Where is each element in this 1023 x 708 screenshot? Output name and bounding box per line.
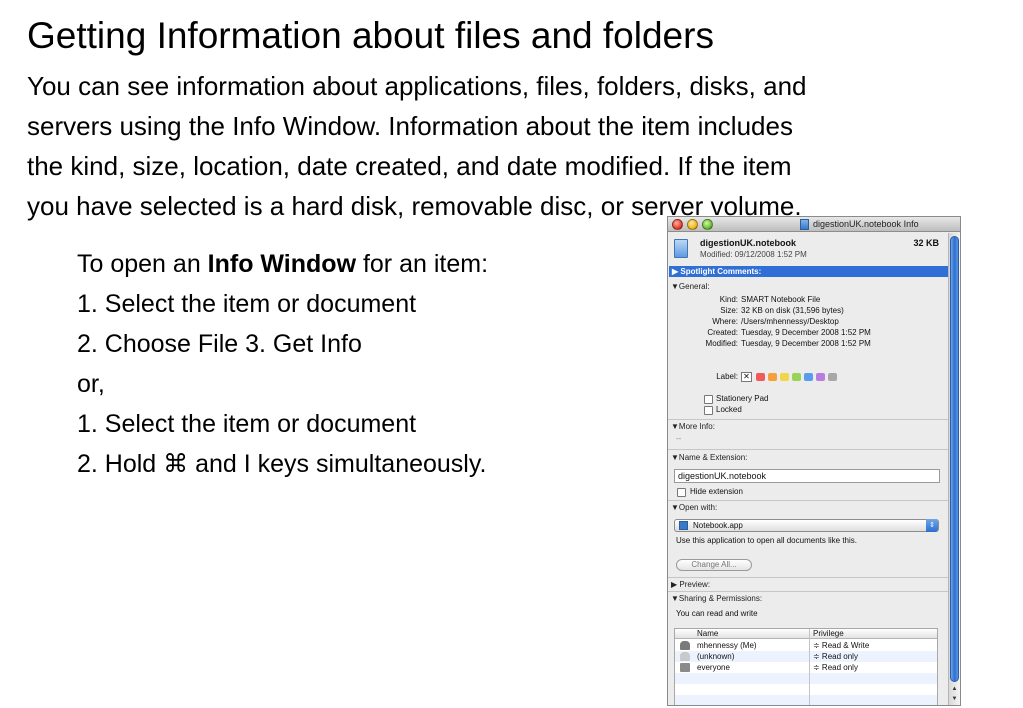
file-name-field[interactable]: digestionUK.notebook: [674, 469, 940, 483]
change-all-button[interactable]: Change All...: [676, 559, 752, 571]
step-line: 2. Hold ⌘ and I keys simultaneously.: [77, 450, 487, 478]
spotlight-comments-section[interactable]: ▶ Spotlight Comments:: [669, 266, 948, 277]
table-row[interactable]: mhennessy (Me) ≑ Read & Write: [675, 640, 937, 651]
instruction-steps: To open an Info Window for an item: 1. S…: [77, 244, 488, 484]
permissions-table[interactable]: Name Privilege mhennessy (Me) ≑ Read & W…: [674, 628, 938, 705]
column-header-name[interactable]: Name: [697, 629, 718, 639]
more-info-value: --: [676, 434, 682, 443]
intro-line: You can see information about applicatio…: [27, 71, 807, 101]
hide-extension-checkbox[interactable]: [677, 488, 686, 497]
column-header-privilege[interactable]: Privilege: [813, 629, 844, 639]
minimize-button[interactable]: [687, 219, 698, 230]
open-with-popup[interactable]: Notebook.app ⇕: [674, 519, 939, 532]
sharing-section-toggle[interactable]: ▼Sharing & Permissions:: [671, 594, 762, 604]
group-icon: [680, 663, 690, 672]
permission-privilege[interactable]: ≑ Read only: [813, 651, 858, 662]
permission-user: mhennessy (Me): [697, 641, 757, 650]
label-key: Label:: [716, 372, 738, 381]
permissions-table-header: Name Privilege: [675, 629, 937, 639]
permission-user: (unknown): [697, 652, 735, 661]
person-icon: [680, 652, 690, 661]
modified-key: Modified:: [705, 339, 738, 348]
intro-line: servers using the Info Window. Informati…: [27, 111, 793, 141]
scroll-down-arrow[interactable]: ▼: [950, 694, 959, 704]
chevron-updown-icon: ⇕: [926, 519, 938, 532]
app-icon: [679, 521, 688, 530]
name-extension-section-toggle[interactable]: ▼Name & Extension:: [671, 453, 747, 463]
label-none-button[interactable]: ✕: [741, 372, 752, 382]
permission-privilege[interactable]: ≑ Read only: [813, 662, 858, 673]
step-line: 1. Select the item or document: [77, 290, 417, 318]
stationery-pad-checkbox[interactable]: [704, 395, 713, 404]
label-swatch-blue[interactable]: [804, 373, 813, 381]
step-line: 1. Select the item or document: [77, 410, 417, 438]
sharing-summary: You can read and write: [676, 609, 758, 618]
slide-intro: You can see information about applicatio…: [27, 66, 1017, 226]
table-row[interactable]: everyone ≑ Read only: [675, 662, 937, 673]
section-divider: [668, 449, 949, 450]
open-with-app: Notebook.app: [693, 521, 743, 530]
table-row-empty: [675, 695, 937, 705]
kind-key: Kind:: [719, 295, 738, 304]
label-swatch-orange[interactable]: [768, 373, 777, 381]
section-divider: [668, 577, 949, 578]
person-icon: [680, 641, 690, 650]
table-row-empty: [675, 673, 937, 684]
locked-label: Locked: [716, 405, 742, 414]
intro-line: the kind, size, location, date created, …: [27, 151, 792, 181]
zoom-button[interactable]: [702, 219, 713, 230]
preview-section-toggle[interactable]: ▶ Preview:: [671, 580, 710, 590]
file-modified: Modified: 09/12/2008 1:52 PM: [700, 250, 807, 259]
step-line: To open an Info Window for an item:: [77, 244, 488, 284]
kind-value: SMART Notebook File: [741, 295, 821, 304]
stationery-pad-label: Stationery Pad: [716, 394, 769, 403]
size-value: 32 KB on disk (31,596 bytes): [741, 306, 844, 315]
size-key: Size:: [720, 306, 738, 315]
open-with-helper: Use this application to open all documen…: [676, 536, 857, 545]
info-window: digestionUK.notebook Info digestionUK.no…: [667, 216, 961, 706]
created-key: Created:: [707, 328, 738, 337]
permission-privilege[interactable]: ≑ Read & Write: [813, 640, 869, 651]
hide-extension-label: Hide extension: [690, 487, 743, 496]
document-icon: [674, 239, 688, 258]
file-name: digestionUK.notebook: [700, 238, 796, 248]
section-divider: [668, 419, 949, 420]
label-swatch-purple[interactable]: [816, 373, 825, 381]
close-button[interactable]: [672, 219, 683, 230]
where-key: Where:: [712, 317, 738, 326]
label-swatch-red[interactable]: [756, 373, 765, 381]
vertical-scrollbar[interactable]: ▲ ▼: [948, 233, 960, 705]
open-with-section-toggle[interactable]: ▼Open with:: [671, 503, 717, 513]
modified-value: Tuesday, 9 December 2008 1:52 PM: [741, 339, 871, 348]
step-line: 2. Choose File 3. Get Info: [77, 330, 362, 358]
permission-user: everyone: [697, 663, 730, 672]
step-bold-text: Info Window: [207, 250, 357, 278]
locked-checkbox[interactable]: [704, 406, 713, 415]
more-info-section-toggle[interactable]: ▼More Info:: [671, 422, 715, 432]
section-divider: [668, 500, 949, 501]
step-text: for an item:: [356, 250, 489, 278]
column-separator: [809, 629, 810, 705]
step-line: or,: [77, 370, 105, 398]
table-row[interactable]: (unknown) ≑ Read only: [675, 651, 937, 662]
where-value: /Users/mhennessy/Desktop: [741, 317, 839, 326]
label-swatch-yellow[interactable]: [780, 373, 789, 381]
step-text: To open an: [77, 250, 208, 278]
label-swatch-green[interactable]: [792, 373, 801, 381]
general-section-toggle[interactable]: ▼General:: [671, 282, 710, 292]
title-bar[interactable]: digestionUK.notebook Info: [668, 217, 960, 232]
section-divider: [668, 591, 949, 592]
scroll-thumb[interactable]: [950, 236, 959, 682]
label-swatch-gray[interactable]: [828, 373, 837, 381]
window-title: digestionUK.notebook Info: [813, 219, 919, 229]
created-value: Tuesday, 9 December 2008 1:52 PM: [741, 328, 871, 337]
slide-title: Getting Information about files and fold…: [27, 15, 714, 56]
scroll-up-arrow[interactable]: ▲: [950, 684, 959, 694]
file-size: 32 KB: [913, 238, 939, 248]
info-content: digestionUK.notebook 32 KB Modified: 09/…: [668, 233, 949, 705]
document-icon: [800, 219, 809, 230]
